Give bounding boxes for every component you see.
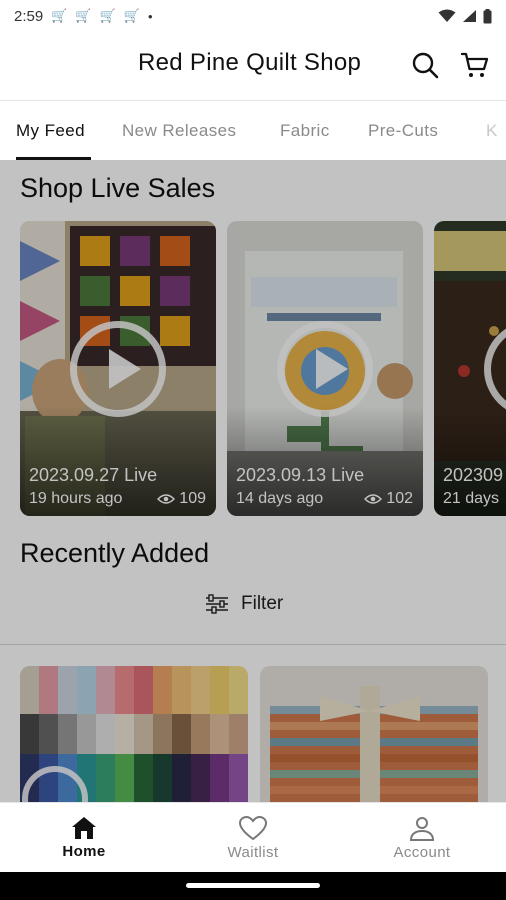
tab-my-feed[interactable]: My Feed bbox=[16, 121, 85, 141]
filter-button[interactable]: Filter bbox=[205, 593, 283, 615]
live-sale-card[interactable]: 202309 21 days bbox=[434, 221, 506, 516]
view-count: 102 bbox=[386, 490, 413, 507]
section-divider bbox=[0, 644, 506, 645]
filter-sliders-icon bbox=[206, 594, 228, 614]
app-screen: 2:59 🛒 🛒 🛒 🛒 • Red Pine Quilt Shop My Fe… bbox=[0, 0, 506, 872]
live-card-time-ago: 19 hours ago bbox=[29, 490, 123, 507]
app-header: Red Pine Quilt Shop bbox=[0, 32, 506, 98]
live-card-views: 109 bbox=[157, 490, 206, 508]
live-sale-card[interactable]: 2023.09.13 Live 14 days ago 102 bbox=[227, 221, 423, 516]
eye-icon bbox=[364, 494, 383, 504]
status-time: 2:59 bbox=[14, 7, 44, 25]
eye-icon bbox=[157, 494, 176, 504]
notification-dot: • bbox=[147, 8, 153, 24]
tab-pre-cuts[interactable]: Pre-Cuts bbox=[368, 121, 438, 141]
category-tabs: My Feed New Releases Fabric Pre-Cuts K bbox=[0, 100, 506, 160]
nav-waitlist[interactable]: Waitlist bbox=[169, 803, 337, 872]
play-icon[interactable] bbox=[277, 321, 373, 417]
nav-account-label: Account bbox=[393, 844, 451, 861]
feed-content: Shop Live Sales 2023.09.27 Live 19 hours… bbox=[0, 160, 506, 802]
tab-fabric[interactable]: Fabric bbox=[280, 121, 330, 141]
live-card-title: 202309 bbox=[443, 465, 504, 485]
nav-waitlist-label: Waitlist bbox=[227, 844, 279, 861]
status-bar: 2:59 🛒 🛒 🛒 🛒 • bbox=[0, 0, 506, 32]
notification-cart-icon: 🛒 bbox=[51, 8, 68, 23]
view-count: 109 bbox=[179, 490, 206, 507]
nav-home[interactable]: Home bbox=[0, 803, 168, 872]
battery-icon bbox=[483, 8, 492, 23]
tab-new-releases[interactable]: New Releases bbox=[122, 121, 236, 141]
bottom-navigation: Home Waitlist Account bbox=[0, 802, 506, 872]
live-sale-card[interactable]: 2023.09.27 Live 19 hours ago 109 bbox=[20, 221, 216, 516]
signal-icon bbox=[463, 10, 476, 22]
home-icon bbox=[72, 817, 96, 839]
live-card-time-ago: 14 days ago bbox=[236, 490, 324, 507]
play-icon[interactable] bbox=[70, 321, 166, 417]
product-image-fat-quarter-bundle bbox=[260, 666, 488, 802]
product-card[interactable] bbox=[20, 666, 248, 802]
filter-label: Filter bbox=[241, 593, 284, 614]
section-title-recently-added: Recently Added bbox=[20, 538, 210, 568]
cart-icon[interactable] bbox=[460, 50, 490, 80]
product-card[interactable] bbox=[260, 666, 488, 802]
nav-account[interactable]: Account bbox=[338, 803, 506, 872]
app-title: Red Pine Quilt Shop bbox=[138, 49, 362, 76]
notification-cart-icon: 🛒 bbox=[123, 8, 140, 23]
account-icon bbox=[409, 817, 435, 841]
search-icon[interactable] bbox=[410, 50, 440, 80]
notification-cart-icon: 🛒 bbox=[99, 8, 116, 23]
heart-icon bbox=[239, 816, 267, 841]
nav-home-label: Home bbox=[62, 843, 106, 860]
live-card-views: 102 bbox=[364, 490, 413, 508]
section-title-live-sales: Shop Live Sales bbox=[20, 173, 216, 203]
live-card-title: 2023.09.13 Live bbox=[236, 465, 365, 485]
tab-partial[interactable]: K bbox=[486, 121, 498, 141]
notification-cart-icon: 🛒 bbox=[75, 8, 92, 23]
live-card-title: 2023.09.27 Live bbox=[29, 465, 158, 485]
gesture-navigation-bar[interactable] bbox=[186, 883, 320, 888]
live-card-time-ago: 21 days bbox=[443, 490, 500, 507]
wifi-icon bbox=[438, 9, 456, 22]
